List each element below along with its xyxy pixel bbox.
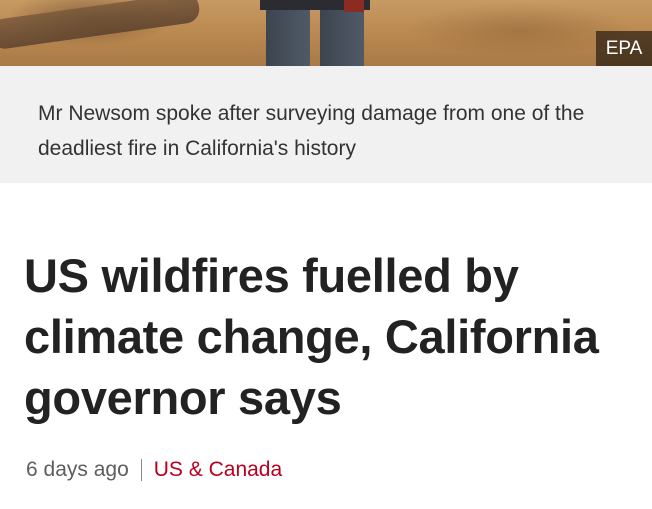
photo-person (260, 0, 370, 66)
photo-credit: EPA (596, 31, 652, 66)
article-headline: US wildfires fuelled by climate change, … (24, 249, 599, 424)
article-meta: 6 days ago US & Canada (26, 455, 282, 485)
article-photo[interactable]: EPA (0, 0, 652, 66)
section-link[interactable]: US & Canada (154, 455, 282, 485)
photo-log (0, 0, 202, 51)
meta-divider (140, 459, 142, 481)
photo-caption: Mr Newsom spoke after surveying damage f… (0, 66, 652, 183)
article-timestamp: 6 days ago (26, 458, 129, 481)
photo-person-red-detail (344, 0, 364, 12)
